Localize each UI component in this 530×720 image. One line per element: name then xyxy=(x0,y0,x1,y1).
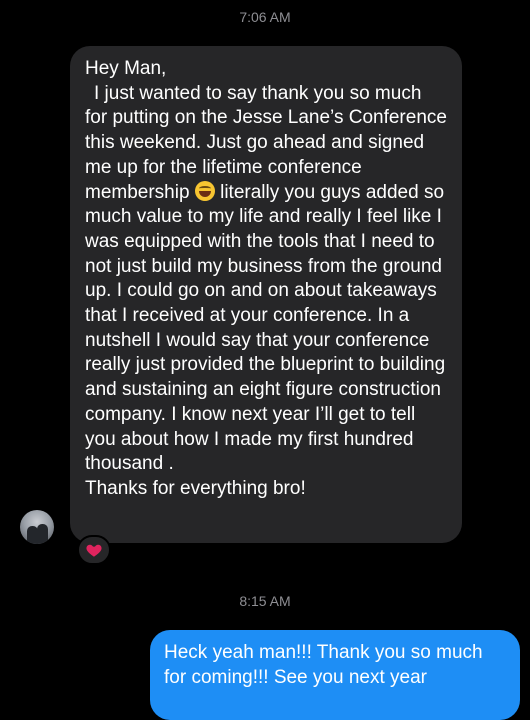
avatar-figure-right xyxy=(37,524,48,544)
reaction-badge[interactable] xyxy=(77,535,111,565)
message-body-part2: literally you guys added so much value t… xyxy=(85,181,451,475)
avatar[interactable] xyxy=(20,510,54,544)
timestamp: 8:15 AM xyxy=(239,593,291,609)
face-with-tears-of-joy-icon xyxy=(194,180,215,201)
message-closing: Thanks for everything bro! xyxy=(85,477,306,499)
timestamp: 7:06 AM xyxy=(239,9,291,25)
incoming-message-bubble[interactable]: Hey Man, I just wanted to say thank you … xyxy=(70,46,462,543)
red-heart-icon xyxy=(86,544,102,557)
outgoing-message-bubble[interactable]: Heck yeah man!!! Thank you so much for c… xyxy=(150,630,520,720)
message-body: I just wanted to say thank you so much f… xyxy=(85,82,448,477)
message-greeting: Hey Man, xyxy=(85,58,167,79)
